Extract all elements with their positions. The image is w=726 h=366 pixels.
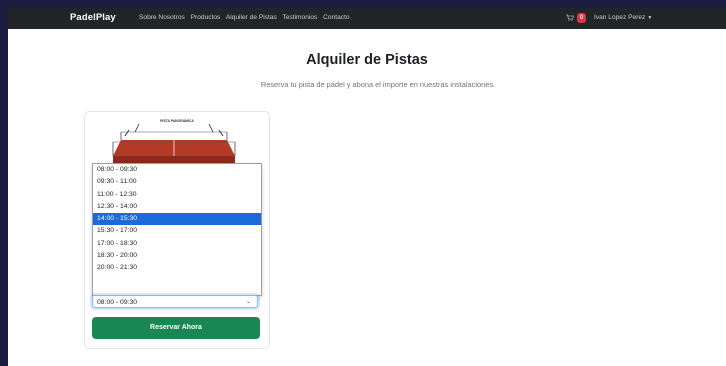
court-image xyxy=(112,123,236,164)
time-slot-select[interactable]: 08:00 - 09:30 ⌄ xyxy=(92,295,258,308)
time-slot-dropdown-list: 08:00 - 09:30 09:30 - 11:00 11:00 - 12:3… xyxy=(92,163,262,296)
navbar: PadelPlay Sobre Nosotros Productos Alqui… xyxy=(8,8,726,29)
time-option[interactable]: 20:00 - 21:30 xyxy=(93,262,261,274)
user-menu[interactable]: Ivan Lopez Perez ▼ xyxy=(594,14,652,21)
time-option[interactable]: 11:00 - 12:30 xyxy=(93,189,261,201)
nav-link-alquiler[interactable]: Alquiler de Pistas xyxy=(226,14,277,21)
time-option[interactable]: 17:00 - 18:30 xyxy=(93,238,261,250)
nav-link-productos[interactable]: Productos xyxy=(191,14,221,21)
nav-links: Sobre Nosotros Productos Alquiler de Pis… xyxy=(139,14,354,21)
cart-icon[interactable] xyxy=(566,14,575,21)
time-option[interactable]: 08:00 - 09:30 xyxy=(93,164,261,176)
user-name: Ivan Lopez Perez xyxy=(594,14,646,21)
time-option[interactable]: 15:30 - 17:00 xyxy=(93,225,261,237)
reserve-button[interactable]: Reservar Ahora xyxy=(92,317,260,339)
time-option[interactable]: 12:30 - 14:00 xyxy=(93,201,261,213)
time-option[interactable]: 09:30 - 11:00 xyxy=(93,176,261,188)
nav-link-contacto[interactable]: Contacto xyxy=(323,14,349,21)
cart-count-badge: 0 xyxy=(577,13,586,23)
brand-logo[interactable]: PadelPlay xyxy=(70,12,116,23)
chevron-down-icon: ⌄ xyxy=(245,299,251,305)
nav-link-sobre-nosotros[interactable]: Sobre Nosotros xyxy=(139,14,185,21)
chevron-down-icon: ▼ xyxy=(647,15,653,21)
time-option[interactable]: 18:30 - 20:00 xyxy=(93,250,261,262)
page-subtitle: Reserva tu pista de pádel y abona el imp… xyxy=(260,80,496,89)
nav-link-testimonios[interactable]: Testimonios xyxy=(283,14,318,21)
time-option-highlighted[interactable]: 14:00 - 15:30 xyxy=(93,213,261,226)
time-slot-select-value: 08:00 - 09:30 xyxy=(97,299,138,306)
browser-viewport: PadelPlay Sobre Nosotros Productos Alqui… xyxy=(8,8,726,366)
page-title: Alquiler de Pistas xyxy=(306,52,428,68)
